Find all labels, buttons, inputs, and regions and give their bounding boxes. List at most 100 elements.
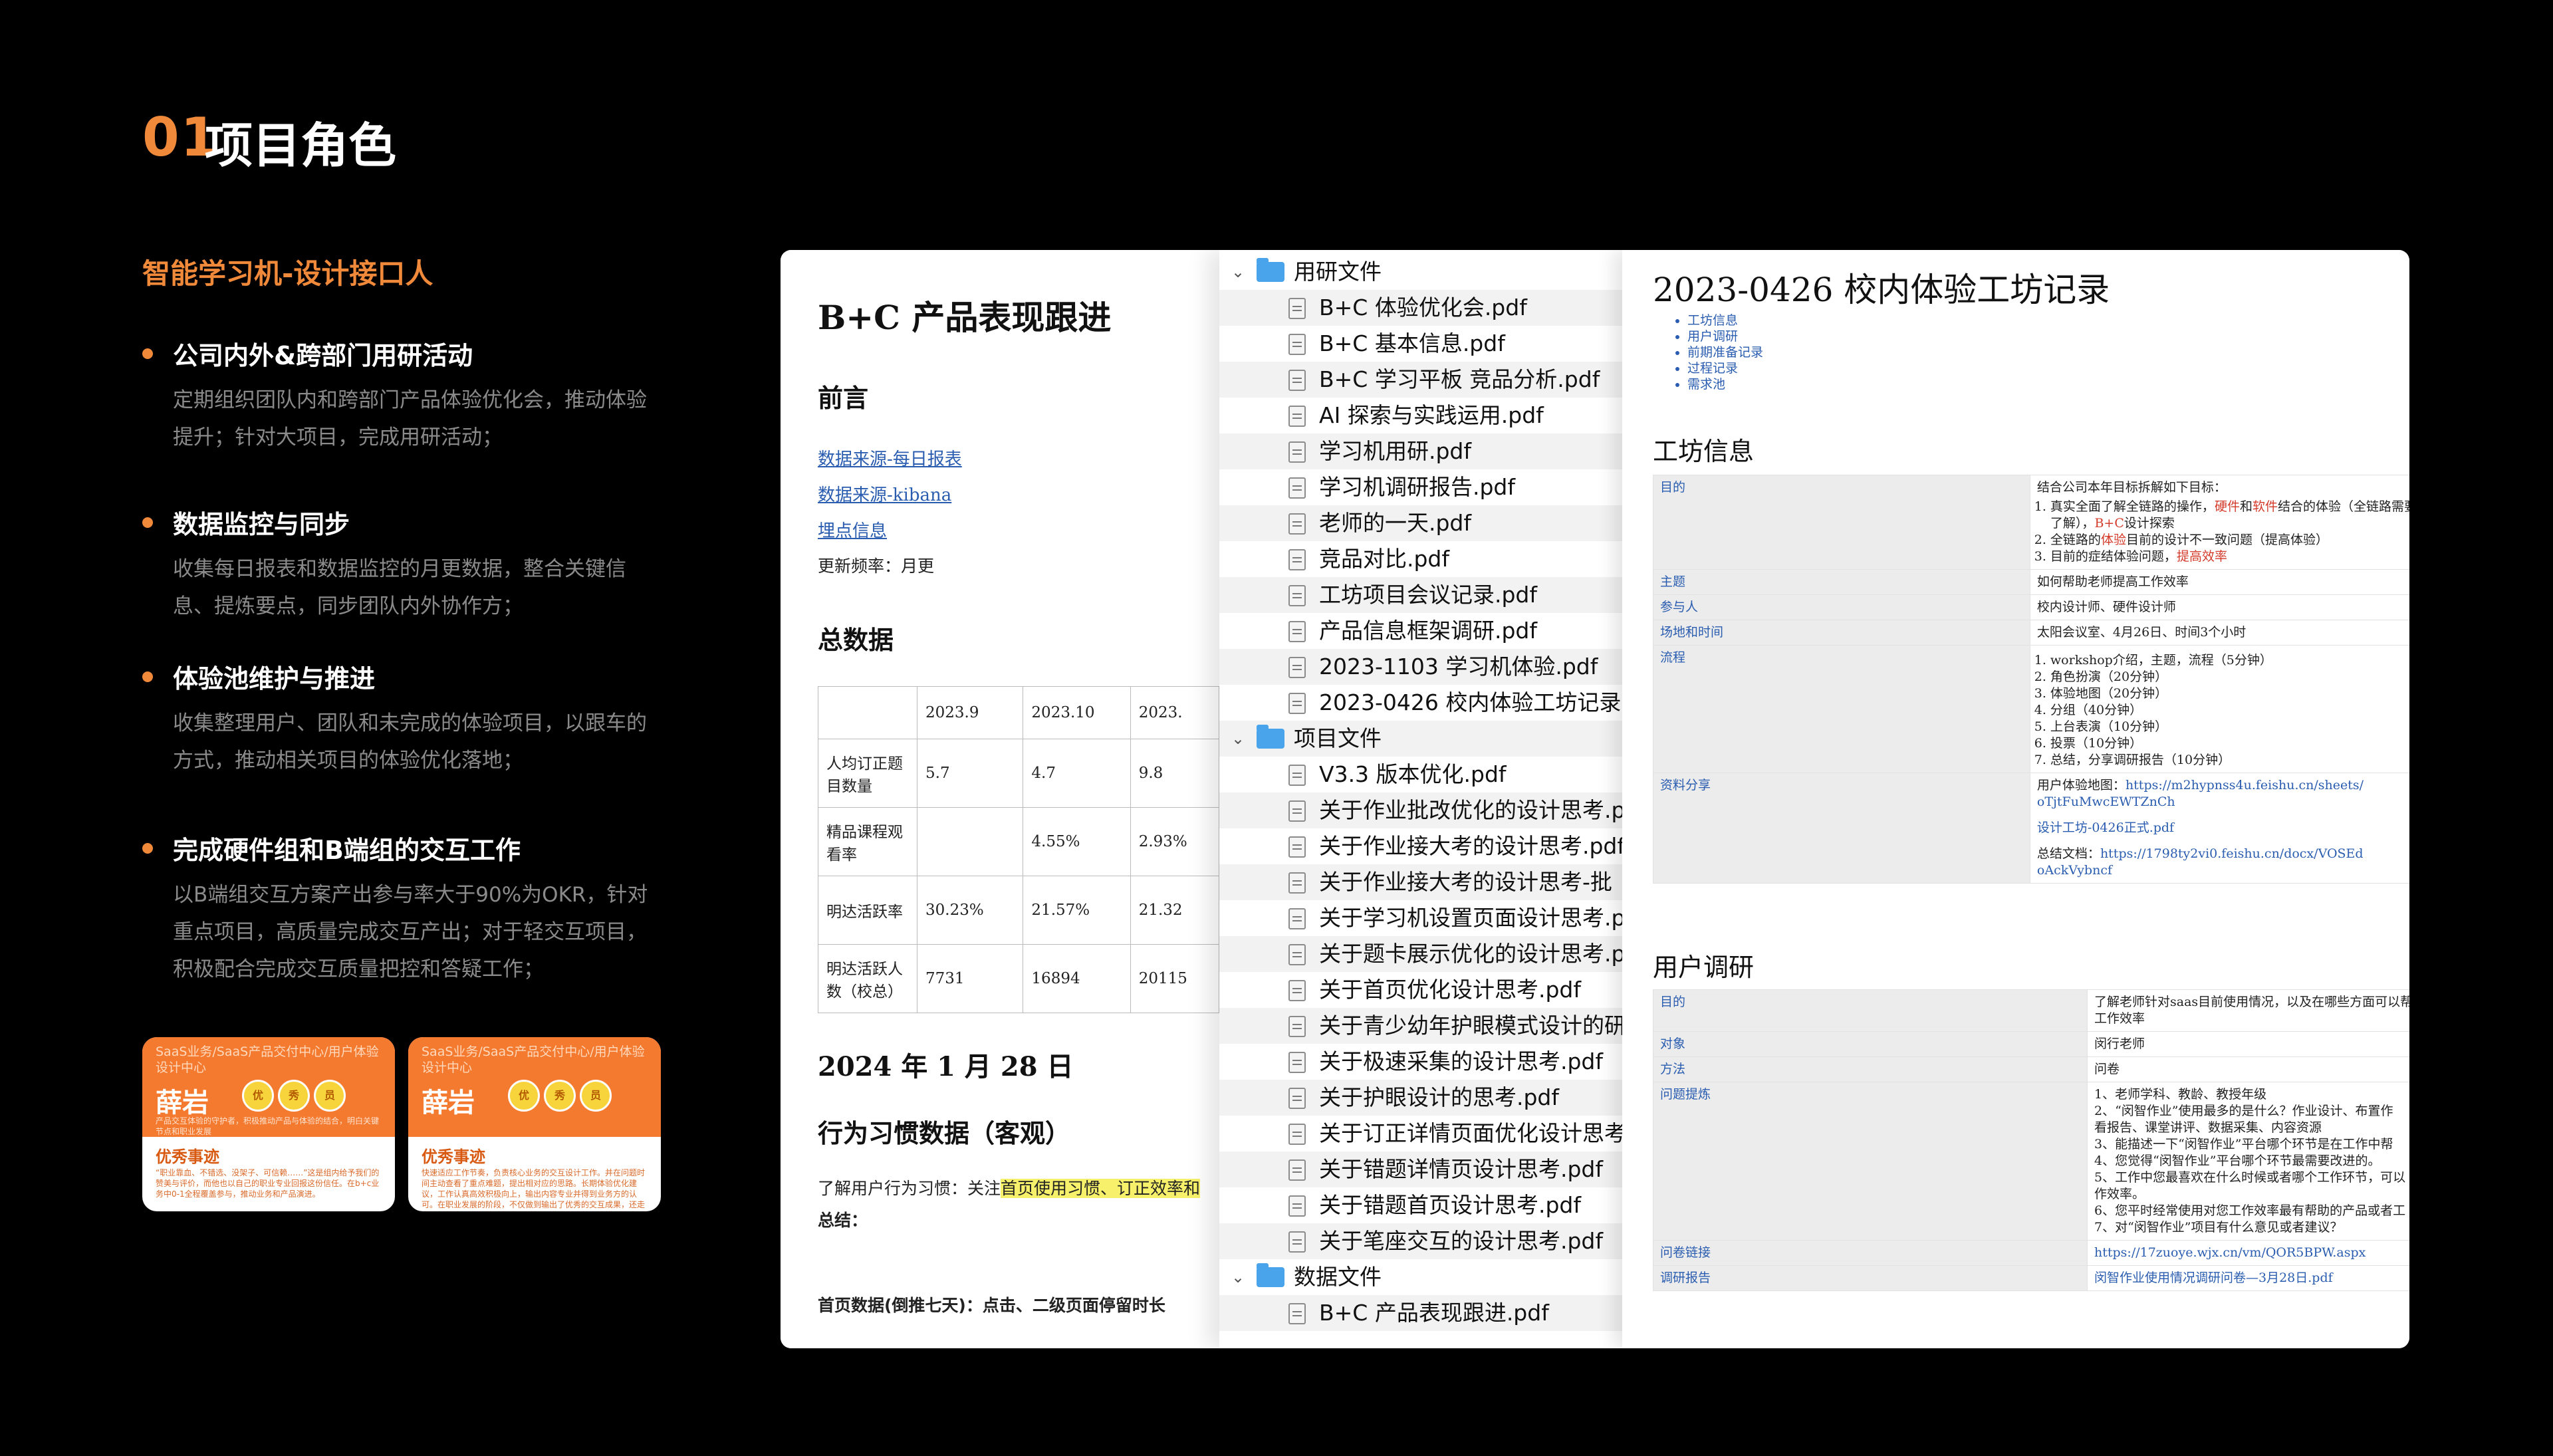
document-collage: B+C 产品表现跟进 前言 数据来源-每日报表 数据来源-kibana 埋点信息… bbox=[781, 250, 2409, 1348]
bullet-dot bbox=[142, 517, 153, 528]
file-name: 关于订正详情页面优化设计思考 bbox=[1319, 1120, 1625, 1146]
toc-link[interactable]: 工坊信息 bbox=[1687, 312, 1763, 328]
share-map-link-cont[interactable]: oTjtFuMwcEWTZnCh bbox=[2037, 794, 2409, 810]
toc-link[interactable]: 需求池 bbox=[1687, 376, 1763, 392]
file-row[interactable]: 关于青少幼年护眼模式设计的研 bbox=[1219, 1008, 1625, 1044]
share-pdf-link[interactable]: 设计工坊-0426正式.pdf bbox=[2037, 820, 2409, 836]
file-row[interactable]: B+C 体验优化会.pdf bbox=[1219, 290, 1625, 326]
toc-link[interactable]: 过程记录 bbox=[1687, 360, 1763, 376]
chevron-down-icon[interactable]: ⌄ bbox=[1231, 1259, 1245, 1295]
link-daily-report[interactable]: 数据来源-每日报表 bbox=[818, 445, 962, 470]
file-row[interactable]: 工坊项目会议记录.pdf bbox=[1219, 577, 1625, 613]
point-title: 完成硬件组和B端组的交互工作 bbox=[173, 836, 521, 865]
goal-highlight: 软件 bbox=[2252, 499, 2278, 514]
bullet-dot bbox=[142, 348, 153, 359]
file-row[interactable]: 关于作业批改优化的设计思考.p bbox=[1219, 792, 1625, 828]
file-row[interactable]: AI 探索与实践运用.pdf bbox=[1219, 398, 1625, 433]
file-name: 关于错题首页设计思考.pdf bbox=[1319, 1192, 1582, 1218]
file-row[interactable]: 老师的一天.pdf bbox=[1219, 505, 1625, 541]
file-icon bbox=[1288, 765, 1306, 786]
file-row[interactable]: 关于订正详情页面优化设计思考 bbox=[1219, 1116, 1625, 1152]
question-line: 7、对“闵智作业”项目有什么意见或者建议？ bbox=[2094, 1220, 2343, 1235]
file-row[interactable]: 关于作业接大考的设计思考.pdf bbox=[1219, 828, 1625, 864]
folder-row[interactable]: ⌄ 用研文件 bbox=[1219, 254, 1625, 290]
row-key: 参与人 bbox=[1653, 594, 2030, 620]
row-key: 资料分享 bbox=[1653, 773, 2030, 884]
file-icon bbox=[1288, 1124, 1306, 1145]
file-row[interactable]: 关于笔座交互的设计思考.pdf bbox=[1219, 1223, 1625, 1259]
row-key: 对象 bbox=[1653, 1031, 2088, 1057]
row-key: 目的 bbox=[1653, 989, 2088, 1032]
report-link[interactable]: 闵智作业使用情况调研问卷—3月28日.pdf bbox=[2087, 1265, 2409, 1291]
card-award-title: 优秀事迹 bbox=[422, 1148, 485, 1166]
link-kibana[interactable]: 数据来源-kibana bbox=[818, 481, 951, 506]
row-value: 太阳会议室、4月26日、时间3个小时 bbox=[2029, 620, 2409, 646]
file-row[interactable]: 关于学习机设置页面设计思考.p bbox=[1219, 900, 1625, 936]
table-cell bbox=[818, 686, 917, 739]
file-row[interactable]: 关于作业接大考的设计思考-批 bbox=[1219, 864, 1625, 900]
file-row[interactable]: 产品信息框架调研.pdf bbox=[1219, 613, 1625, 649]
file-row[interactable]: 2023-0426 校内体验工坊记录 bbox=[1219, 685, 1625, 721]
share-summary: 总结文档：https://1798ty2vi0.feishu.cn/docx/V… bbox=[2037, 846, 2409, 862]
file-row[interactable]: 关于首页优化设计思考.pdf bbox=[1219, 972, 1625, 1008]
question-line: 3、能描述一下“闵智作业”平台哪个环节是在工作中帮 bbox=[2094, 1137, 2393, 1152]
card-tag: 员 bbox=[314, 1080, 346, 1112]
file-name: 关于极速采集的设计思考.pdf bbox=[1319, 1048, 1604, 1074]
table-row: 明达活跃人数（校总） 7731 16894 20115 bbox=[818, 944, 1220, 1013]
share-summary-link-cont[interactable]: oAckVybncf bbox=[2037, 862, 2409, 879]
doc-date: 2024 年 1 月 28 日 bbox=[818, 1051, 1074, 1082]
link-tracking-info[interactable]: 埋点信息 bbox=[818, 517, 887, 542]
doc-title: 2023-0426 校内体验工坊记录 bbox=[1653, 271, 2110, 309]
goal-text: 目前的症结体验问题， bbox=[2050, 549, 2177, 564]
toc-link[interactable]: 用户调研 bbox=[1687, 328, 1763, 344]
goal-intro: 结合公司本年目标拆解如下目标： bbox=[2036, 480, 2227, 495]
file-icon bbox=[1288, 585, 1306, 606]
file-row[interactable]: 关于题卡展示优化的设计思考.p bbox=[1219, 936, 1625, 972]
survey-link[interactable]: https://17zuoye.wjx.cn/vm/QOR5BPW.aspx bbox=[2087, 1240, 2409, 1266]
folder-icon bbox=[1257, 725, 1284, 749]
card-desc: 产品交互体验的守护者，积极推动产品与体验的结合，明白关键节点和职业发展 bbox=[156, 1116, 380, 1136]
heading-user-research: 用户调研 bbox=[1653, 953, 1755, 982]
share-map-link[interactable]: https://m2hypnss4u.feishu.cn/sheets/ bbox=[2126, 778, 2364, 792]
point-title: 数据监控与同步 bbox=[173, 510, 350, 539]
table-cell: 30.23% bbox=[916, 876, 1024, 945]
point-desc: 收集整理用户、团队和未完成的体验项目，以跟车的方式，推动相关项目的体验优化落地； bbox=[173, 711, 647, 773]
folder-row[interactable]: ⌄ 项目文件 bbox=[1219, 721, 1625, 757]
chevron-down-icon[interactable]: ⌄ bbox=[1231, 254, 1245, 290]
file-row[interactable]: 关于护眼设计的思考.pdf bbox=[1219, 1080, 1625, 1116]
file-row[interactable]: 关于错题首页设计思考.pdf bbox=[1219, 1187, 1625, 1223]
card-org: SaaS业务/SaaS产品交付中心/用户体验设计中心 bbox=[422, 1044, 645, 1075]
file-row[interactable]: 关于错题详情页设计思考.pdf bbox=[1219, 1152, 1625, 1187]
point-desc: 以B端组交互方案产出参与率大于90%为OKR，针对重点项目，高质量完成交互产出；… bbox=[173, 883, 648, 981]
award-card: SaaS业务/SaaS产品交付中心/用户体验设计中心 薛岩 优秀员 优秀事迹 快… bbox=[408, 1037, 661, 1211]
file-icon bbox=[1288, 1159, 1306, 1181]
chevron-down-icon[interactable]: ⌄ bbox=[1231, 721, 1245, 757]
file-row[interactable]: V3.3 版本优化.pdf bbox=[1219, 757, 1625, 792]
table-row: 资料分享 用户体验地图：https://m2hypnss4u.feishu.cn… bbox=[1653, 773, 2409, 884]
goal-highlight: 体验 bbox=[2100, 533, 2126, 547]
file-row[interactable]: 学习机调研报告.pdf bbox=[1219, 469, 1625, 505]
table-cell: 5.7 bbox=[916, 739, 1024, 808]
file-name: 竞品对比.pdf bbox=[1319, 546, 1450, 572]
file-row[interactable]: B+C 产品表现跟进.pdf bbox=[1219, 1295, 1625, 1331]
toc-link[interactable]: 前期准备记录 bbox=[1687, 344, 1763, 360]
card-tags: 优秀员 bbox=[242, 1080, 350, 1112]
point-desc: 收集每日报表和数据监控的月更数据，整合关键信息、提炼要点，同步团队内外协作方； bbox=[173, 557, 626, 618]
homepage-data-line: 首页数据(倒推七天)：点击、二级页面停留时长 bbox=[818, 1296, 1165, 1315]
file-icon bbox=[1288, 334, 1306, 355]
card-tag: 秀 bbox=[544, 1080, 576, 1112]
file-row[interactable]: 关于极速采集的设计思考.pdf bbox=[1219, 1044, 1625, 1080]
file-icon bbox=[1288, 621, 1306, 642]
table-row: 问题提炼 1、老师学科、教龄、教授年级 2、“闵智作业”使用最多的是什么？作业设… bbox=[1653, 1082, 2409, 1241]
folder-name: 用研文件 bbox=[1294, 259, 1382, 285]
heading-workshop-info: 工坊信息 bbox=[1653, 437, 1755, 466]
folder-row[interactable]: ⌄ 数据文件 bbox=[1219, 1259, 1625, 1295]
file-row[interactable]: B+C 学习平板 竞品分析.pdf bbox=[1219, 362, 1625, 398]
file-row[interactable]: B+C 基本信息.pdf bbox=[1219, 326, 1625, 362]
file-row[interactable]: 竞品对比.pdf bbox=[1219, 541, 1625, 577]
file-row[interactable]: 学习机用研.pdf bbox=[1219, 433, 1625, 469]
share-summary-link[interactable]: https://1798ty2vi0.feishu.cn/docx/VOSEd bbox=[2100, 846, 2364, 861]
file-row[interactable]: 2023-1103 学习机体验.pdf bbox=[1219, 649, 1625, 685]
file-name: 关于作业接大考的设计思考.pdf bbox=[1319, 833, 1625, 859]
file-icon bbox=[1288, 1052, 1306, 1073]
